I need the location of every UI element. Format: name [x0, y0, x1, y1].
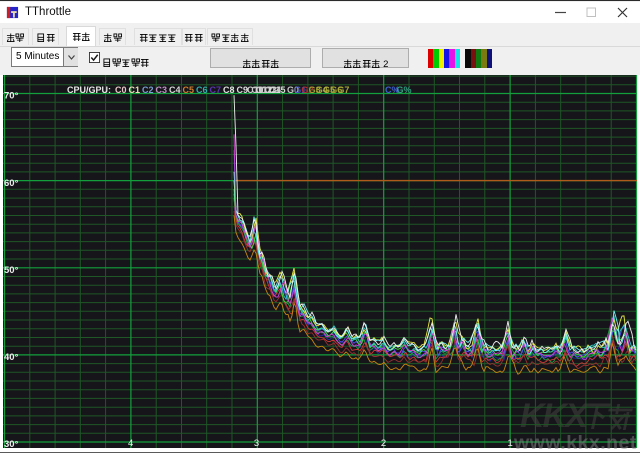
svg-text:30°: 30° — [4, 439, 19, 450]
svg-text:2: 2 — [381, 438, 386, 449]
svg-text:40°: 40° — [4, 352, 19, 363]
svg-text:3: 3 — [254, 438, 259, 449]
svg-text:50°: 50° — [4, 265, 19, 276]
svg-text:www.kkx.net: www.kkx.net — [513, 432, 637, 453]
svg-text:60°: 60° — [4, 178, 19, 189]
svg-text:4: 4 — [128, 438, 133, 449]
svg-text:1: 1 — [507, 438, 512, 449]
svg-text:70°: 70° — [4, 91, 19, 102]
